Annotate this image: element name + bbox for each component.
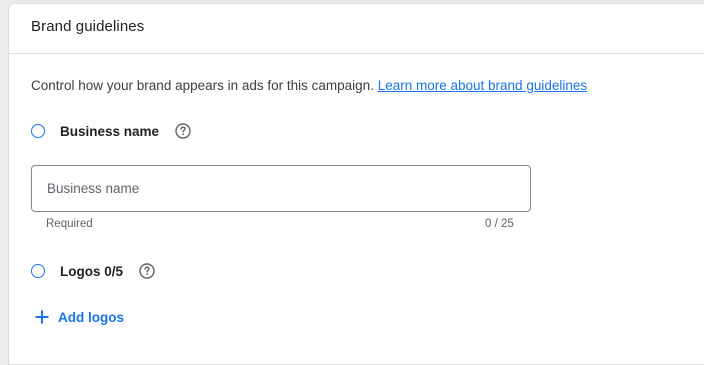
add-logos-button[interactable]: Add logos bbox=[34, 309, 124, 325]
logos-radio[interactable] bbox=[31, 264, 45, 278]
card-description: Control how your brand appears in ads fo… bbox=[31, 78, 587, 93]
required-helper-text: Required bbox=[46, 218, 93, 230]
logos-option[interactable]: Logos 0/5 bbox=[31, 260, 155, 282]
learn-more-link[interactable]: Learn more about brand guidelines bbox=[378, 78, 587, 93]
card-header: Brand guidelines bbox=[9, 4, 704, 54]
help-icon[interactable] bbox=[175, 123, 191, 139]
business-name-label: Business name bbox=[60, 123, 160, 139]
logos-label: Logos 0/5 bbox=[60, 263, 124, 279]
business-name-field[interactable] bbox=[31, 165, 531, 212]
business-name-option[interactable]: Business name bbox=[31, 120, 191, 142]
add-logos-label: Add logos bbox=[58, 309, 124, 325]
card-title: Brand guidelines bbox=[31, 18, 145, 35]
help-icon[interactable] bbox=[139, 263, 155, 279]
business-name-input[interactable] bbox=[32, 166, 530, 211]
plus-icon bbox=[34, 309, 50, 325]
description-text: Control how your brand appears in ads fo… bbox=[31, 78, 374, 93]
business-name-radio[interactable] bbox=[31, 124, 45, 138]
character-counter: 0 / 25 bbox=[485, 218, 514, 230]
brand-guidelines-card: Brand guidelines Control how your brand … bbox=[8, 3, 704, 365]
